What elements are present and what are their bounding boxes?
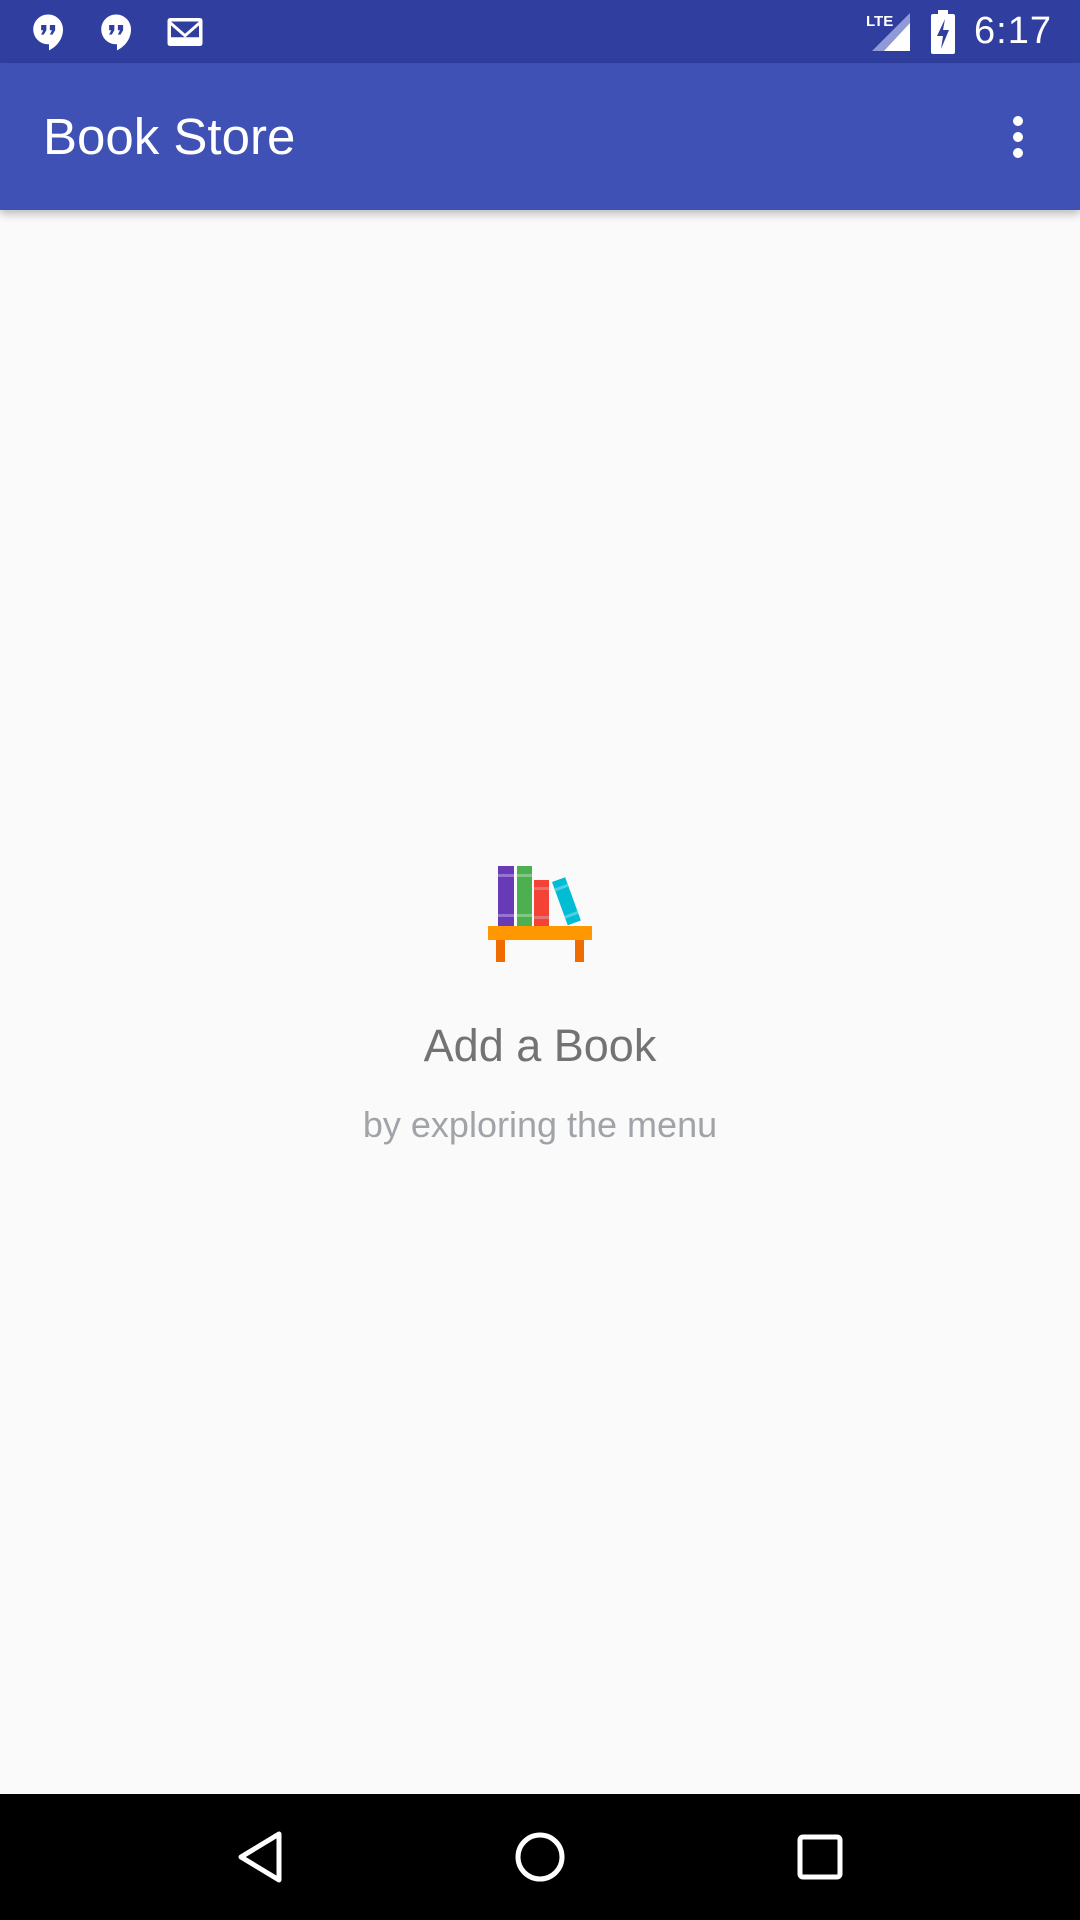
gmail-icon bbox=[167, 17, 203, 46]
notification-icons bbox=[28, 11, 206, 53]
recents-icon bbox=[797, 1834, 843, 1880]
app-bar: Book Store bbox=[0, 63, 1080, 210]
bookshelf-icon bbox=[488, 866, 592, 962]
clock: 6:17 bbox=[974, 10, 1052, 52]
main-content: Add a Book by exploring the menu bbox=[0, 210, 1080, 1794]
back-button[interactable] bbox=[212, 1809, 308, 1905]
hangouts-icon bbox=[101, 14, 131, 50]
system-nav-bar bbox=[0, 1794, 1080, 1920]
more-vert-icon bbox=[1013, 115, 1023, 158]
empty-state-subtitle: by exploring the menu bbox=[362, 1104, 718, 1145]
system-status: LTE 6:17 bbox=[864, 9, 1052, 55]
empty-state: Add a Book by exploring the menu bbox=[0, 860, 1080, 1146]
signal-lte-icon: LTE bbox=[866, 12, 911, 51]
page-title: Book Store bbox=[43, 108, 296, 165]
home-icon bbox=[515, 1832, 565, 1882]
status-bar: LTE 6:17 bbox=[0, 0, 1080, 63]
battery-charging-icon bbox=[931, 9, 956, 54]
home-button[interactable] bbox=[492, 1809, 588, 1905]
empty-state-title: Add a Book bbox=[423, 1020, 657, 1071]
hangouts-icon bbox=[33, 14, 63, 50]
recents-button[interactable] bbox=[772, 1809, 868, 1905]
lte-label: LTE bbox=[866, 13, 893, 30]
back-icon bbox=[238, 1831, 282, 1883]
overflow-menu-button[interactable] bbox=[986, 105, 1050, 169]
